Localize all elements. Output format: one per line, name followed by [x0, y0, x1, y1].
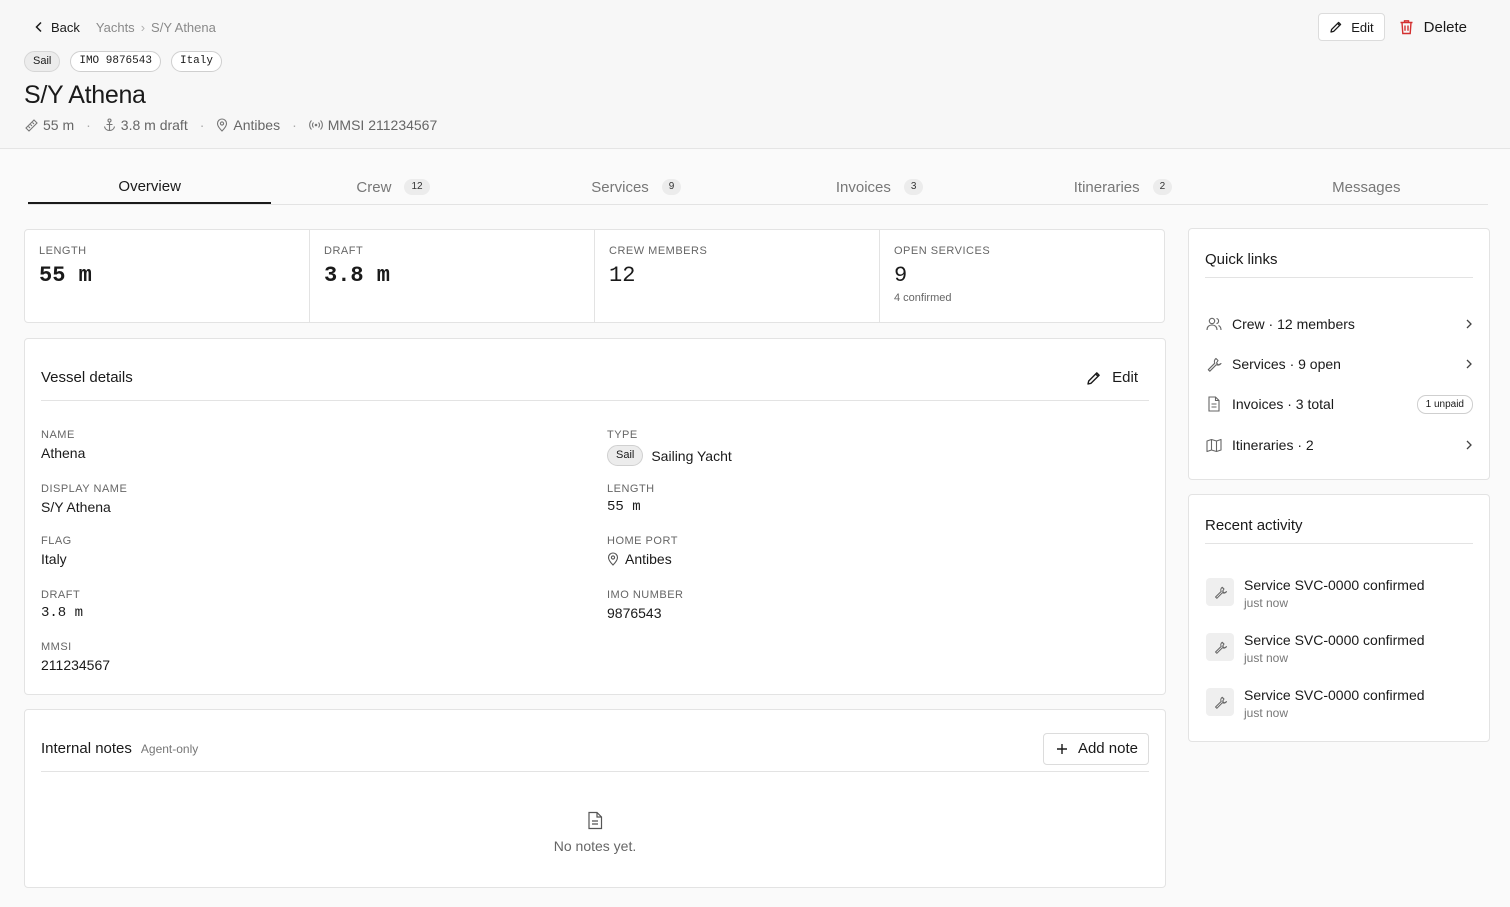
back-label: Back	[51, 19, 80, 35]
quick-link-services[interactable]: Services · 9 open	[1206, 353, 1473, 375]
ruler-icon	[25, 118, 38, 132]
notes-empty-state: No notes yet.	[25, 811, 1165, 854]
field-flag: FLAG Italy	[41, 535, 72, 567]
tab-crew[interactable]: Crew 12	[271, 172, 514, 204]
field-home-port: HOME PORT Antibes	[607, 535, 678, 567]
stat-crew-members: CREW MEMBERS 12	[595, 230, 880, 322]
card-title: Vessel details	[41, 369, 133, 386]
page-title: S/Y Athena	[24, 81, 146, 109]
field-name: NAME Athena	[41, 429, 86, 461]
wrench-icon	[1214, 586, 1227, 599]
chevron-right-icon	[1466, 440, 1472, 450]
field-draft: DRAFT 3.8 m	[41, 589, 84, 621]
breadcrumb-current: S/Y Athena	[151, 19, 216, 35]
card-title: Internal notes	[41, 740, 132, 757]
meta-length: 55 m	[25, 117, 74, 133]
file-icon	[1208, 396, 1220, 412]
card-title: Quick links	[1205, 250, 1278, 268]
tab-messages[interactable]: Messages	[1245, 172, 1488, 204]
tab-services[interactable]: Services 9	[515, 172, 758, 204]
type-tag: Sail	[607, 445, 644, 466]
tab-itineraries[interactable]: Itineraries 2	[1001, 172, 1244, 204]
breadcrumb-yachts[interactable]: Yachts	[96, 20, 135, 35]
vessel-meta: 55 m · 3.8 m draft · Antibes · MMSI 2112…	[25, 117, 437, 133]
page-header: Back Yachts › S/Y Athena Edit Delete Sai…	[0, 0, 1510, 149]
unpaid-badge: 1 unpaid	[1416, 394, 1473, 414]
map-pin-icon	[607, 552, 619, 566]
stat-draft: DRAFT 3.8 m	[310, 230, 595, 322]
breadcrumb: Back Yachts › S/Y Athena	[34, 19, 216, 35]
delete-label: Delete	[1423, 18, 1467, 36]
tab-bar: Overview Crew 12 Services 9 Invoices 3 Itin…	[28, 172, 1488, 205]
wrench-icon	[1214, 641, 1227, 654]
edit-button[interactable]: Edit	[1318, 13, 1385, 41]
activity-item[interactable]: Service SVC-0000 confirmed just now	[1206, 577, 1473, 611]
edit-label: Edit	[1351, 19, 1374, 35]
radio-signal-icon	[308, 120, 323, 130]
delete-button[interactable]: Delete	[1399, 19, 1467, 36]
tab-count: 2	[1152, 179, 1173, 195]
wrench-icon	[1214, 696, 1227, 709]
quick-link-crew[interactable]: Crew · 12 members	[1206, 313, 1473, 335]
meta-draft: 3.8 m draft	[103, 117, 188, 133]
internal-notes-card: Internal notes Agent-only Add note No no…	[24, 709, 1166, 888]
meta-mmsi: MMSI 211234567	[308, 117, 437, 133]
field-type: TYPE Sail Sailing Yacht	[607, 429, 732, 466]
field-length: LENGTH 55 m	[607, 483, 655, 515]
quick-link-invoices[interactable]: Invoices · 3 total 1 unpaid	[1206, 393, 1473, 415]
field-mmsi: MMSI 211234567	[41, 641, 111, 673]
tab-count: 12	[404, 179, 430, 195]
tab-count: 9	[661, 179, 682, 195]
chevron-left-icon	[35, 21, 42, 33]
recent-activity-card: Recent activity Service SVC-0000 confirm…	[1188, 494, 1490, 742]
chevron-right-icon	[1466, 319, 1472, 329]
chevron-right-icon	[1466, 359, 1472, 369]
breadcrumb-separator: ›	[140, 19, 146, 35]
pencil-icon	[1087, 371, 1100, 385]
add-note-button[interactable]: Add note	[1042, 732, 1149, 765]
edit-details-button[interactable]: Edit	[1086, 369, 1149, 386]
wrench-icon	[1207, 357, 1222, 372]
chip-type: Sail	[24, 51, 61, 72]
chip-flag: Italy	[170, 51, 222, 72]
activity-item[interactable]: Service SVC-0000 confirmed just now	[1206, 632, 1473, 666]
meta-port: Antibes	[216, 117, 280, 133]
map-icon	[1206, 438, 1222, 452]
notes-subtitle: Agent-only	[140, 742, 199, 756]
activity-item[interactable]: Service SVC-0000 confirmed just now	[1206, 687, 1473, 721]
back-button[interactable]: Back	[34, 20, 80, 35]
anchor-icon	[103, 118, 115, 132]
chip-imo: IMO 9876543	[70, 51, 161, 72]
vessel-details-card: Vessel details Edit NAME Athena DISPLAY …	[24, 338, 1166, 695]
tab-overview[interactable]: Overview	[28, 172, 272, 204]
users-icon	[1206, 317, 1222, 331]
tab-invoices[interactable]: Invoices 3	[758, 172, 1001, 204]
document-icon	[588, 811, 603, 830]
quick-link-itineraries[interactable]: Itineraries · 2	[1206, 434, 1473, 456]
stats-strip: LENGTH 55 m DRAFT 3.8 m CREW MEMBERS 12 …	[24, 229, 1165, 323]
vessel-chips: Sail IMO 9876543 Italy	[24, 51, 222, 72]
map-pin-icon	[217, 118, 228, 132]
plus-icon	[1056, 743, 1067, 754]
quick-links-card: Quick links Crew · 12 members Services ·…	[1188, 228, 1490, 480]
field-display-name: DISPLAY NAME S/Y Athena	[41, 483, 128, 515]
stat-open-services: OPEN SERVICES 9 4 confirmed	[894, 245, 991, 304]
card-title: Recent activity	[1205, 516, 1303, 534]
field-imo: IMO NUMBER 9876543	[607, 589, 684, 621]
pencil-icon	[1330, 21, 1342, 33]
trash-icon	[1400, 20, 1413, 35]
tab-count: 3	[903, 179, 924, 195]
stat-length: LENGTH 55 m	[25, 230, 310, 322]
